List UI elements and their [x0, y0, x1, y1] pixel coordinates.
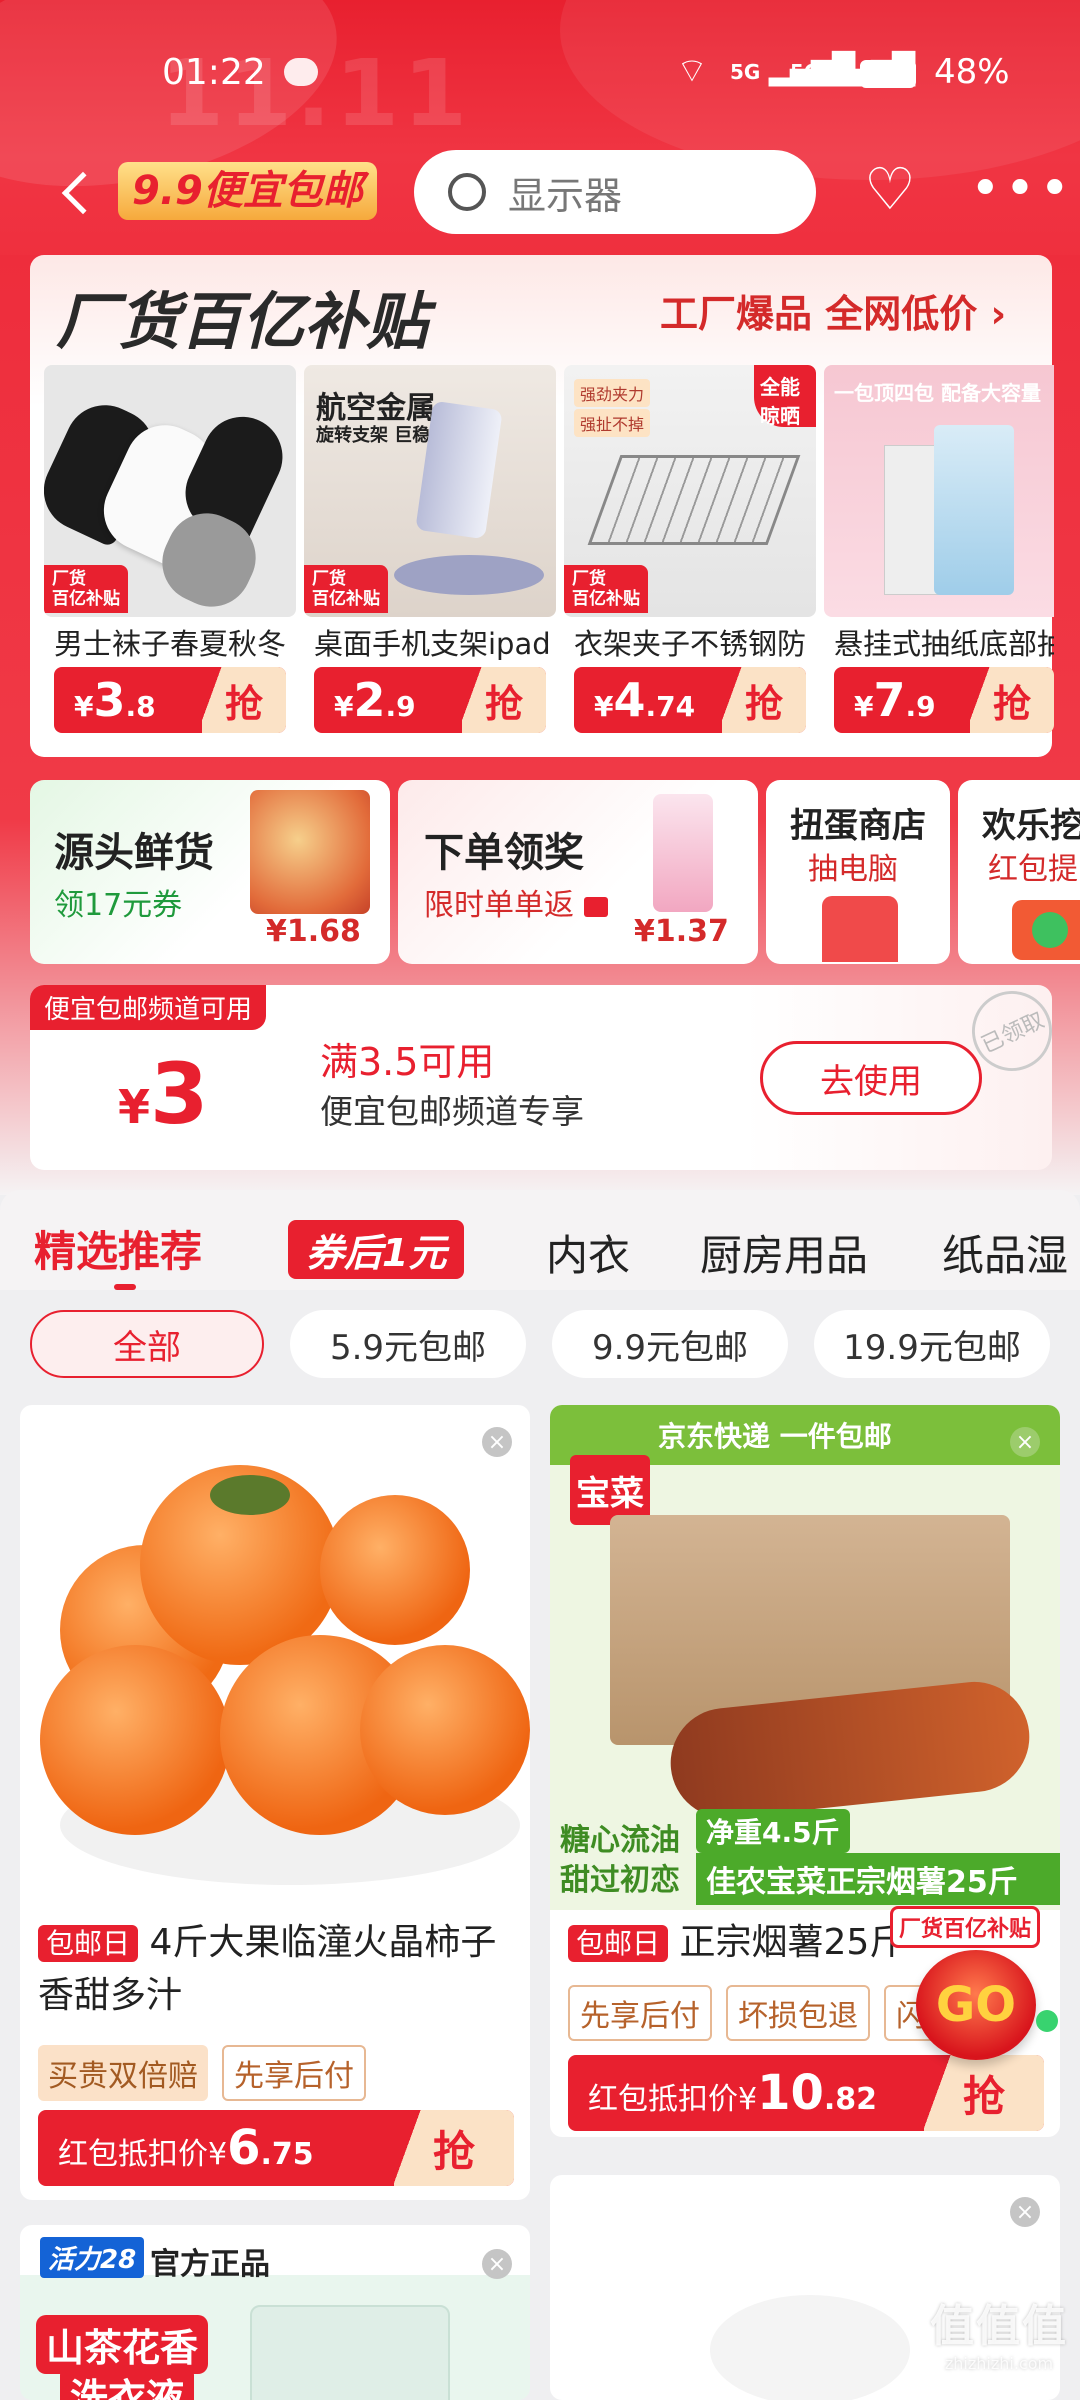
promo-badge: 包邮日: [38, 1925, 139, 1962]
channel-order-reward[interactable]: 下单领奖 限时单单返 ¥1.37: [398, 780, 758, 964]
close-icon[interactable]: ×: [1010, 1427, 1040, 1457]
close-icon[interactable]: ×: [482, 2249, 512, 2279]
use-coupon-button[interactable]: 去使用: [760, 1041, 982, 1115]
coupon-desc: 便宜包邮频道专享: [320, 1092, 584, 1131]
favorite-icon[interactable]: ♡: [864, 160, 916, 218]
tag: 买贵双倍赔: [38, 2045, 208, 2101]
product-image-phone-stand: 航空金属 旋转支架 巨稳! 厂货 百亿补贴: [304, 365, 556, 617]
feed-card[interactable]: × 包邮日 4斤大果临潼火晶柿子香甜多汁 买贵双倍赔 先享后付 红包抵扣价¥6.…: [20, 1405, 530, 2200]
coupon-card: 便宜包邮频道可用 ¥3 满3.5可用 便宜包邮频道专享 去使用 已领取: [30, 977, 1066, 1170]
search-box[interactable]: 显示器: [414, 150, 816, 234]
subsidy-more-link[interactable]: 工厂爆品 全网低价 ›: [660, 283, 1006, 338]
brand-badge: 活力28: [40, 2237, 145, 2278]
battery-percent: 48%: [934, 52, 1010, 92]
tag: 坏损包退: [726, 1985, 870, 2041]
tag: 先享后付: [568, 1985, 712, 2041]
status-time: 01:22: [162, 52, 266, 93]
product-name: 悬挂式抽纸底部抽: [834, 627, 1054, 661]
product-card[interactable]: 航空金属 旋转支架 巨稳! 厂货 百亿补贴 桌面手机支架ipad ¥2.9 抢: [304, 365, 556, 745]
product-image-tissue: 一包顶四包 配备大容量: [824, 365, 1054, 617]
product-card[interactable]: 强劲夹力 强扯不掉 全能 晾晒 厂货 百亿补贴 衣架夹子不锈钢防 ¥4.74 抢: [564, 365, 816, 745]
close-icon[interactable]: ×: [1010, 2197, 1040, 2227]
gift-icon: [822, 896, 898, 962]
go-button-icon: GO: [916, 1950, 1036, 2060]
product-image-tissue-pack: [653, 794, 713, 912]
status-notification-icon: [284, 58, 318, 86]
product-name: 男士袜子春夏秋冬: [54, 627, 287, 661]
product-image-apples: [250, 790, 370, 914]
coupon-tag: 便宜包邮频道可用: [30, 985, 267, 1030]
chip-9.9[interactable]: 9.9元包邮: [552, 1310, 788, 1378]
channel-logo: 9.9便宜包邮: [118, 162, 377, 220]
subsidy-badge: 厂货 百亿补贴: [44, 565, 128, 613]
channel-fresh[interactable]: 源头鲜货 领17元券 ¥1.68: [30, 780, 390, 964]
chip-19.9[interactable]: 19.9元包邮: [814, 1310, 1050, 1378]
chevron-right-icon: ›: [990, 292, 1007, 336]
price-button[interactable]: ¥4.74 抢: [574, 667, 806, 733]
subsidy-title: 厂货百亿补贴: [56, 285, 429, 358]
product-card[interactable]: 厂货 百亿补贴 男士袜子春夏秋冬 ¥3.8 抢: [44, 365, 296, 745]
tab-underwear[interactable]: 内衣: [546, 1222, 630, 1283]
price-button[interactable]: 红包抵扣价¥6.75 抢: [38, 2110, 514, 2186]
product-image-persimmons: [20, 1405, 530, 1905]
coupon-condition: 满3.5可用: [320, 1040, 495, 1084]
price-button[interactable]: ¥3.8 抢: [54, 667, 286, 733]
wifi-icon: ⌔: [676, 51, 708, 91]
product-name: 桌面手机支架ipad: [314, 627, 551, 661]
site-watermark: 值值值 zhizhizhi.com: [930, 2301, 1068, 2373]
tag: 先享后付: [222, 2045, 366, 2101]
floating-subsidy-widget[interactable]: 厂货百亿补贴 GO: [890, 1906, 1070, 2086]
battery-icon: [860, 60, 916, 88]
more-icon[interactable]: •••: [970, 160, 1074, 218]
price-button[interactable]: ¥2.9 抢: [314, 667, 546, 733]
tab-recommended[interactable]: 精选推荐: [34, 1218, 202, 1279]
close-icon[interactable]: ×: [482, 1427, 512, 1457]
search-icon: [448, 173, 486, 211]
chip-all[interactable]: 全部: [30, 1310, 264, 1378]
tab-kitchen[interactable]: 厨房用品: [700, 1222, 868, 1283]
product-image-hanger: 强劲夹力 强扯不掉 全能 晾晒 厂货 百亿补贴: [564, 365, 816, 617]
tab-coupon-1yuan[interactable]: 券后1元: [288, 1220, 465, 1279]
product-card[interactable]: 一包顶四包 配备大容量 悬挂式抽纸底部抽 ¥7.9 抢: [824, 365, 1054, 745]
product-image-socks: 厂货 百亿补贴: [44, 365, 296, 617]
product-image-sweet-potato: 京东快递 一件包邮 宝菜 糖心流油 甜过初恋 净重4.5斤 佳农宝菜正宗烟薯25…: [550, 1405, 1060, 1910]
channel-dig[interactable]: 欢乐挖 红包提: [958, 780, 1080, 964]
channel-gacha[interactable]: 扭蛋商店 抽电脑: [766, 780, 950, 964]
search-input[interactable]: 显示器: [508, 165, 622, 220]
product-title: 包邮日 4斤大果临潼火晶柿子香甜多汁: [38, 1922, 497, 2016]
price-button[interactable]: ¥7.9 抢: [834, 667, 1054, 733]
red-envelope-icon: [583, 896, 608, 917]
coupon-amount: ¥3: [118, 1045, 209, 1143]
official-label: 官方正品: [150, 2247, 270, 2282]
product-name: 衣架夹子不锈钢防: [574, 627, 807, 661]
tag-row: 买贵双倍赔 先享后付: [38, 2045, 366, 2101]
chip-5.9[interactable]: 5.9元包邮: [290, 1310, 526, 1378]
subsidy-products: 厂货 百亿补贴 男士袜子春夏秋冬 ¥3.8 抢 航空金属 旋转支架 巨稳! 厂货…: [44, 365, 1054, 745]
feed-card[interactable]: 活力28 官方正品 山茶花香 洗衣液 ×: [20, 2225, 530, 2400]
promo-badge: 包邮日: [568, 1925, 669, 1962]
tab-paper[interactable]: 纸品湿: [942, 1222, 1080, 1283]
